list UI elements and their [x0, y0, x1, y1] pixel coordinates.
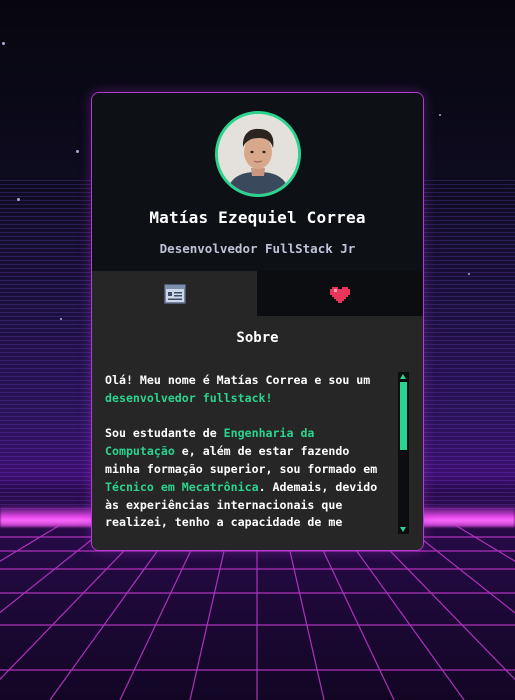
about-paragraph-1: Olá! Meu nome é Matías Correa e sou um d…: [105, 372, 387, 408]
star: [2, 42, 5, 45]
star: [76, 150, 79, 153]
text-segment: Sou estudante de: [105, 426, 224, 441]
profile-role: Desenvolvedor FullStack Jr: [159, 241, 356, 256]
about-paragraph-2: Sou estudante de Engenharia da Computaçã…: [105, 425, 387, 532]
profile-header: Matías Ezequiel Correa Desenvolvedor Ful…: [92, 93, 423, 271]
about-section: Sobre Olá! Meu nome é Matías Correa e so…: [92, 316, 423, 550]
about-scrollbar[interactable]: [398, 372, 409, 534]
star: [17, 198, 20, 201]
perspective-grid: [0, 525, 515, 700]
star: [60, 318, 62, 320]
heart-icon: [330, 286, 350, 303]
star: [468, 273, 470, 275]
about-text: Olá! Meu nome é Matías Correa e sou um d…: [105, 372, 387, 550]
profile-card: Matías Ezequiel Correa Desenvolvedor Ful…: [91, 92, 424, 551]
text-segment: Olá! Meu nome é Matías Correa e sou um: [105, 373, 371, 387]
scroll-down-arrow[interactable]: [400, 527, 406, 532]
profile-name: Matías Ezequiel Correa: [149, 208, 366, 227]
avatar-photo: [218, 114, 298, 194]
avatar: [215, 111, 301, 197]
star: [439, 114, 441, 116]
tab-bar: [92, 271, 423, 316]
scroll-thumb[interactable]: [400, 382, 407, 450]
highlight-mechatronics: Técnico em Mecatrônica: [105, 479, 259, 494]
highlight-fullstack: desenvolvedor fullstack!: [105, 390, 273, 405]
tab-about[interactable]: [92, 271, 257, 316]
section-title: Sobre: [236, 330, 279, 346]
about-card-icon: [163, 283, 186, 304]
tab-likes[interactable]: [257, 271, 423, 316]
scroll-up-arrow[interactable]: [400, 374, 406, 379]
